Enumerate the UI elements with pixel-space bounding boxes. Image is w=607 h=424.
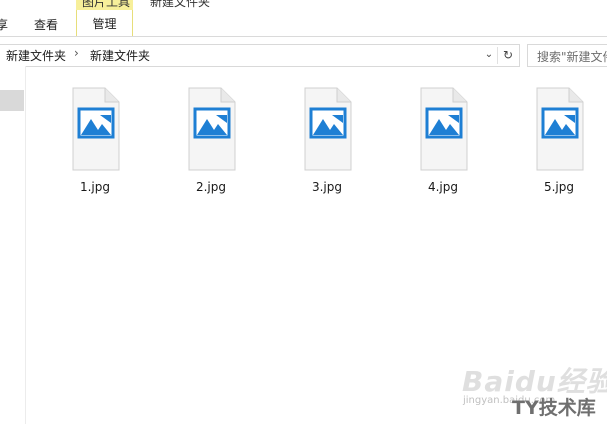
breadcrumb-item[interactable]: 新建文件夹 [90,47,150,64]
image-file-icon [72,87,120,171]
search-placeholder: 搜索"新建文件夹" [537,50,607,64]
search-input[interactable]: 搜索"新建文件夹" [527,44,607,67]
address-bar[interactable]: 新建文件夹 › 新建文件夹 ⌄ ↻ [0,44,520,67]
file-item[interactable]: 4.jpg [403,87,483,197]
image-file-icon [536,87,584,171]
file-name[interactable]: 4.jpg [403,180,483,194]
picture-tools-context-band: 图片工具 [76,0,133,10]
file-name[interactable]: 2.jpg [171,180,251,194]
file-name[interactable]: 5.jpg [519,180,599,194]
image-file-icon [188,87,236,171]
file-name[interactable]: 3.jpg [287,180,367,194]
tab-manage[interactable]: 管理 [76,10,133,36]
navigation-pane [0,66,26,424]
image-file-icon [420,87,468,171]
file-item[interactable]: 3.jpg [287,87,367,197]
file-item[interactable]: 5.jpg [519,87,599,197]
ribbon: 图片工具 新建文件夹 享 查看 管理 [0,0,607,37]
file-item[interactable]: 2.jpg [171,87,251,197]
tab-view[interactable]: 查看 [34,15,58,35]
breadcrumb-separator-icon[interactable]: › [74,46,79,60]
nav-item-selected[interactable] [0,90,24,111]
divider [497,47,498,64]
window-title: 新建文件夹 [150,0,211,9]
ty-watermark: TY技术库 [512,397,596,419]
refresh-icon[interactable]: ↻ [501,47,515,63]
file-item[interactable]: 1.jpg [55,87,135,197]
image-file-icon [304,87,352,171]
baidu-jingyan-watermark: Baidu经验 [462,365,607,398]
file-name[interactable]: 1.jpg [55,180,135,194]
chevron-down-icon[interactable]: ⌄ [482,48,496,62]
context-group-label: 图片工具 [82,0,131,9]
tab-share[interactable]: 享 [0,15,8,35]
breadcrumb-item[interactable]: 新建文件夹 [6,47,66,64]
